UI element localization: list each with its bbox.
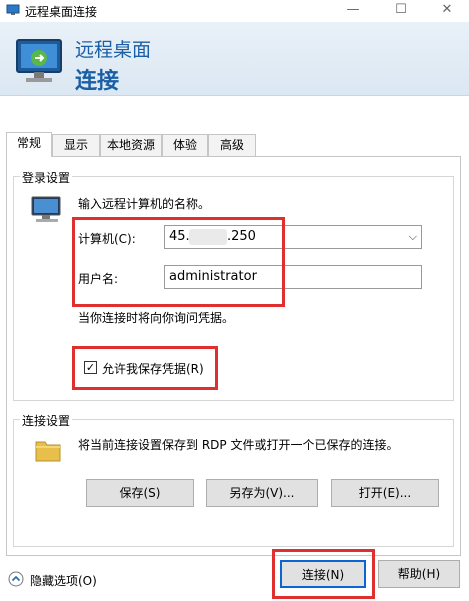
maximize-button[interactable]: ☐ <box>378 0 424 22</box>
tab-general[interactable]: 常规 <box>6 132 52 157</box>
hide-options-link[interactable]: 隐藏选项(O) <box>30 572 97 589</box>
remote-desktop-monitor-icon <box>16 39 62 82</box>
chevron-up-circle-icon[interactable] <box>8 571 24 587</box>
save-as-button[interactable]: 另存为(V)... <box>206 479 318 507</box>
credential-note: 当你连接时将向你询问凭据。 <box>78 311 235 325</box>
header-banner: 远程桌面 连接 <box>0 22 469 96</box>
close-button[interactable]: ✕ <box>424 0 469 22</box>
minimize-button[interactable]: — <box>330 0 376 22</box>
banner-subtitle: 远程桌面 <box>75 39 152 61</box>
remote-desktop-icon <box>6 4 20 15</box>
tab-advanced[interactable]: 高级 <box>208 134 256 156</box>
open-button[interactable]: 打开(E)... <box>331 479 439 507</box>
general-tab-panel: 登录设置 输入远程计算机的名称。 计算机(C): 45.1 .250 ⌵ 用户名… <box>6 156 461 556</box>
login-settings-title: 登录设置 <box>20 169 73 186</box>
help-button[interactable]: 帮助(H) <box>378 560 460 588</box>
title-bar: 远程桌面连接 — ☐ ✕ <box>0 0 469 22</box>
tab-display[interactable]: 显示 <box>52 134 100 156</box>
computer-monitor-icon <box>31 196 61 222</box>
connection-settings-group: 连接设置 将当前连接设置保存到 RDP 文件或打开一个已保存的连接。 保存(S)… <box>13 412 454 547</box>
tab-local-resources[interactable]: 本地资源 <box>100 134 162 156</box>
save-button[interactable]: 保存(S) <box>86 479 194 507</box>
login-settings-group: 登录设置 输入远程计算机的名称。 计算机(C): 45.1 .250 ⌵ 用户名… <box>13 169 454 401</box>
login-instruction: 输入远程计算机的名称。 <box>78 197 211 211</box>
chevron-down-icon[interactable]: ⌵ <box>409 226 417 248</box>
connection-settings-title: 连接设置 <box>20 412 73 429</box>
window-title: 远程桌面连接 <box>25 5 98 19</box>
banner-title: 连接 <box>75 69 120 94</box>
connection-description: 将当前连接设置保存到 RDP 文件或打开一个已保存的连接。 <box>78 438 399 452</box>
folder-icon <box>35 441 61 462</box>
tab-experience[interactable]: 体验 <box>162 134 208 156</box>
highlight-box-credentials <box>72 217 285 307</box>
highlight-box-save-credentials <box>72 346 218 390</box>
highlight-box-connect <box>272 549 375 599</box>
